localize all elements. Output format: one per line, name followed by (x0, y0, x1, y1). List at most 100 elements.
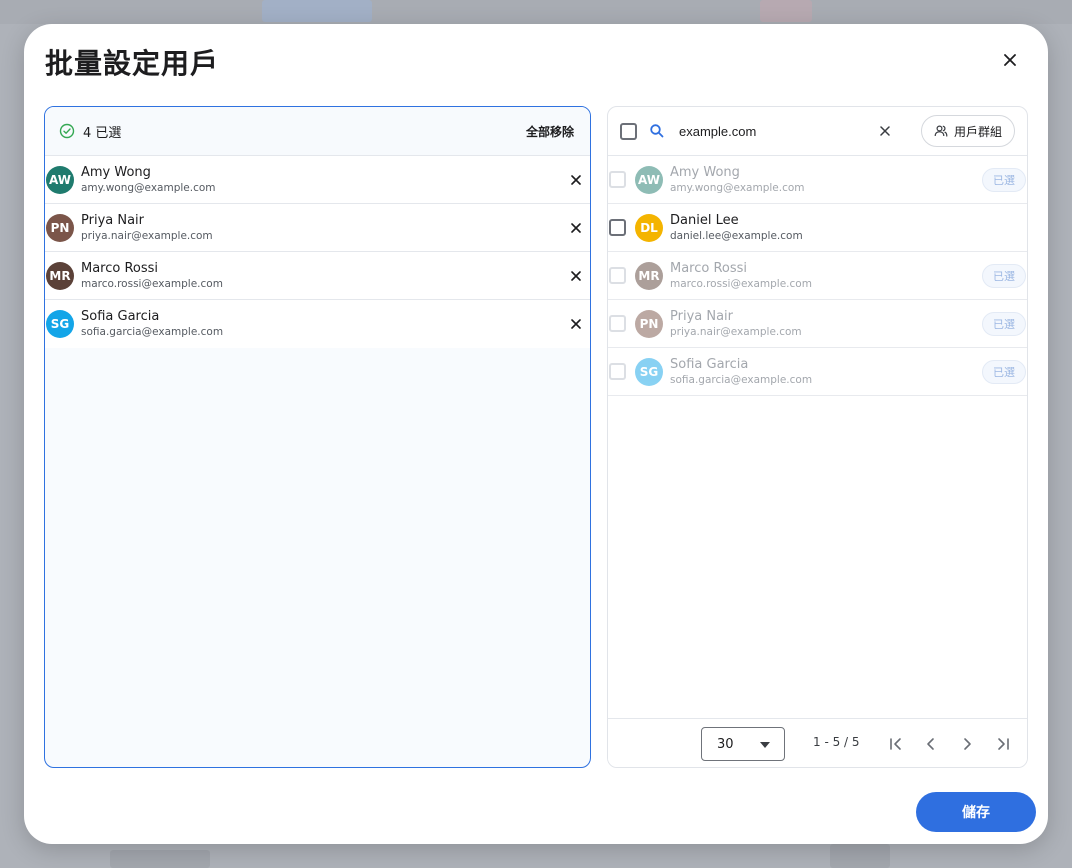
remove-all-button[interactable]: 全部移除 (526, 123, 574, 140)
remove-user-button[interactable] (566, 266, 586, 286)
user-name: Marco Rossi (670, 260, 748, 276)
user-checkbox[interactable] (609, 315, 626, 332)
user-email: sofia.garcia@example.com (670, 373, 813, 386)
user-info: Amy Wong amy.wong@example.com (670, 165, 805, 195)
selected-user-row: SG Sofia Garcia sofia.garcia@example.com (45, 300, 590, 348)
first-page-icon (890, 738, 901, 750)
search-result-row[interactable]: SG Sofia Garcia sofia.garcia@example.com… (608, 348, 1027, 396)
close-icon (571, 319, 581, 329)
selected-user-row: MR Marco Rossi marco.rossi@example.com (45, 252, 590, 300)
avatar: PN (635, 309, 663, 338)
user-group-label: 用戶群組 (953, 124, 1002, 139)
user-name: Sofia Garcia (81, 309, 160, 324)
last-page-button[interactable] (991, 732, 1015, 756)
remove-user-button[interactable] (566, 170, 586, 190)
selected-chip: 已選 (982, 311, 1026, 336)
selected-users-list: AW Amy Wong amy.wong@example.com PN Priy… (45, 156, 590, 348)
user-email: amy.wong@example.com (670, 181, 805, 194)
selected-users-panel: 4 已選 全部移除 AW Amy Wong amy.wong@example.c… (44, 106, 591, 768)
search-bar: 用戶群組 (608, 107, 1027, 156)
user-name: Priya Nair (81, 212, 145, 228)
close-icon (1004, 54, 1016, 66)
batch-user-dialog: 批量設定用戶 4 已選 全部移除 AW Amy Wong amy.wong@ex… (24, 24, 1048, 844)
user-info: Daniel Lee daniel.lee@example.com (670, 213, 803, 243)
search-result-row[interactable]: DL Daniel Lee daniel.lee@example.com (608, 204, 1027, 252)
user-info: Sofia Garcia sofia.garcia@example.com (670, 357, 812, 387)
user-name: Daniel Lee (670, 212, 739, 228)
search-input[interactable] (679, 123, 875, 139)
page-range-label: 1 - 5 / 5 (813, 735, 860, 749)
search-result-row[interactable]: MR Marco Rossi marco.rossi@example.com 已… (608, 252, 1027, 300)
user-info: Sofia Garcia sofia.garcia@example.com (81, 309, 223, 339)
dialog-title: 批量設定用戶 (45, 47, 220, 80)
user-info: Priya Nair priya.nair@example.com (670, 309, 802, 339)
remove-user-button[interactable] (566, 218, 586, 238)
close-icon (880, 126, 890, 136)
background-fragment (830, 844, 890, 868)
close-icon (571, 222, 581, 233)
background-toolbar (0, 0, 1072, 24)
user-email: amy.wong@example.com (81, 181, 216, 194)
last-page-icon (998, 738, 1009, 750)
avatar: DL (635, 213, 663, 242)
user-email: priya.nair@example.com (670, 325, 802, 338)
avatar: SG (635, 357, 663, 386)
selected-chip: 已選 (982, 263, 1026, 288)
user-name: Marco Rossi (81, 260, 159, 276)
user-email: priya.nair@example.com (81, 229, 213, 242)
avatar: SG (46, 310, 74, 338)
group-icon (934, 125, 948, 137)
user-email: marco.rossi@example.com (670, 277, 812, 290)
avatar: MR (46, 261, 74, 290)
user-info: Amy Wong amy.wong@example.com (81, 165, 216, 195)
background-fragment (110, 850, 210, 868)
avatar: AW (46, 165, 74, 194)
user-checkbox[interactable] (609, 219, 626, 236)
select-all-checkbox[interactable] (620, 122, 637, 140)
check-circle-icon (59, 123, 75, 139)
user-email: daniel.lee@example.com (670, 229, 803, 242)
close-dialog-button[interactable] (996, 46, 1024, 74)
chevron-left-icon (927, 738, 934, 750)
remove-user-button[interactable] (566, 314, 586, 334)
background-fragment (262, 0, 372, 22)
user-checkbox[interactable] (609, 363, 626, 380)
save-button[interactable]: 儲存 (916, 792, 1036, 832)
search-icon (650, 124, 664, 138)
search-result-row[interactable]: PN Priya Nair priya.nair@example.com 已選 (608, 300, 1027, 348)
previous-page-button[interactable] (919, 732, 943, 756)
background-fragment (760, 0, 812, 22)
user-name: Priya Nair (670, 308, 734, 324)
search-result-row[interactable]: AW Amy Wong amy.wong@example.com 已選 (608, 156, 1027, 204)
user-name: Amy Wong (670, 164, 740, 180)
user-checkbox[interactable] (609, 267, 626, 284)
close-icon (571, 174, 581, 185)
selected-chip: 已選 (982, 359, 1026, 384)
user-info: Marco Rossi marco.rossi@example.com (81, 261, 223, 291)
avatar: PN (46, 213, 74, 242)
page-size-select[interactable]: 30 (701, 727, 785, 761)
selected-panel-header: 4 已選 全部移除 (45, 107, 590, 156)
user-info: Marco Rossi marco.rossi@example.com (670, 261, 812, 291)
pagination-bar: 30 1 - 5 / 5 (608, 718, 1027, 767)
clear-search-button[interactable] (875, 121, 895, 141)
user-name: Sofia Garcia (670, 356, 749, 372)
user-name: Amy Wong (81, 164, 151, 180)
search-results-panel: 用戶群組 AW Amy Wong amy.wong@example.com 已選… (607, 106, 1028, 768)
next-page-button[interactable] (955, 732, 979, 756)
user-info: Priya Nair priya.nair@example.com (81, 213, 213, 243)
user-group-button[interactable]: 用戶群組 (920, 115, 1015, 147)
selected-user-row: AW Amy Wong amy.wong@example.com (45, 156, 590, 204)
chevron-right-icon (964, 738, 971, 750)
caret-down-icon (760, 742, 770, 748)
user-checkbox[interactable] (609, 171, 626, 188)
page-size-value: 30 (717, 736, 734, 752)
selected-count: 4 已選 (83, 125, 122, 141)
search-results-list: AW Amy Wong amy.wong@example.com 已選 DL D… (608, 156, 1027, 396)
avatar: MR (635, 261, 663, 290)
close-icon (571, 270, 581, 281)
first-page-button[interactable] (884, 732, 908, 756)
user-email: marco.rossi@example.com (81, 277, 223, 290)
selected-chip: 已選 (982, 167, 1026, 192)
user-email: sofia.garcia@example.com (81, 326, 224, 338)
